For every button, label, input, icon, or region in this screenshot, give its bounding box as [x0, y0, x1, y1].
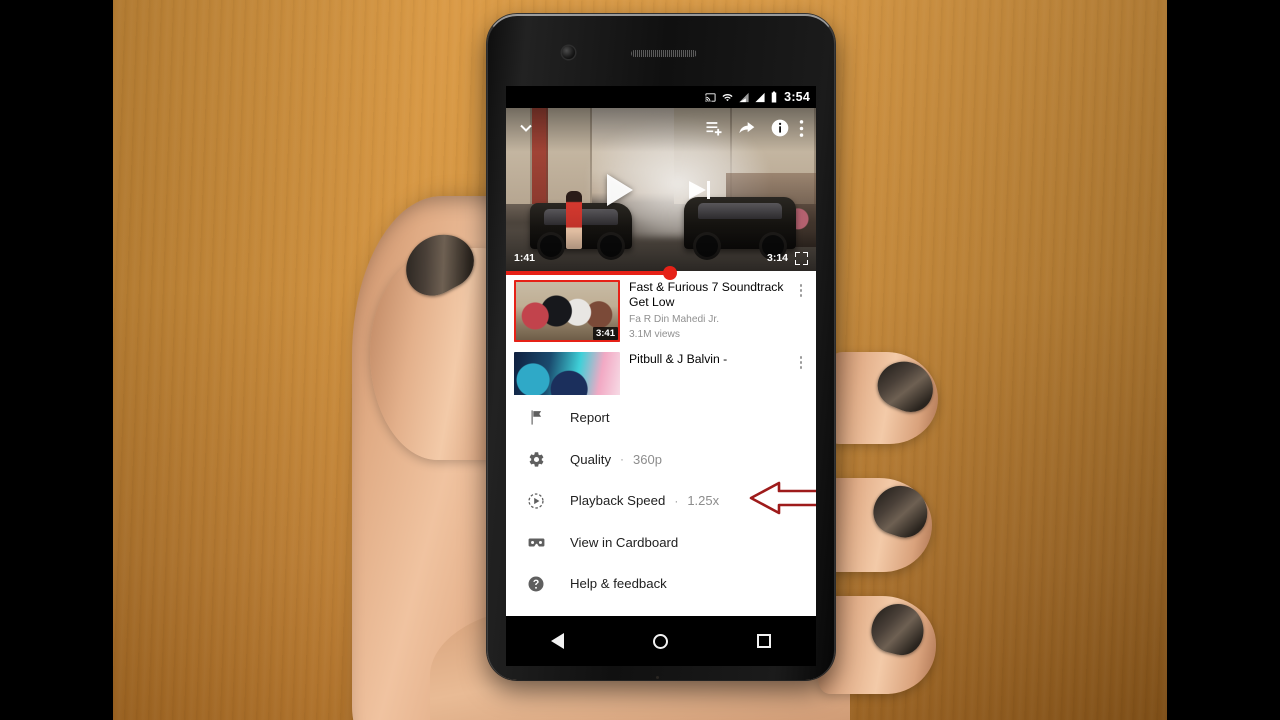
- menu-item-label: Report: [570, 410, 610, 426]
- menu-item-label: Playback Speed: [570, 493, 666, 509]
- video-overflow-menu-icon[interactable]: [792, 280, 810, 297]
- video-player[interactable]: 1:41 3:14: [506, 108, 816, 271]
- collapse-chevron-icon[interactable]: [513, 115, 539, 141]
- player-center-controls: [506, 173, 816, 206]
- menu-item-quality[interactable]: Quality · 360p: [506, 439, 816, 481]
- menu-item-label: View in Cardboard: [570, 534, 679, 550]
- menu-item-separator: ·: [674, 493, 679, 508]
- video-meta: Fast & Furious 7 Soundtrack Get Low Fa R…: [620, 280, 792, 342]
- front-camera-icon: [562, 46, 575, 59]
- fullscreen-icon[interactable]: [795, 251, 808, 265]
- letterbox-right: [1167, 0, 1280, 720]
- video-thumbnail[interactable]: [514, 352, 620, 395]
- wifi-icon: [721, 92, 734, 103]
- status-bar-clock: 3:54: [784, 90, 810, 104]
- menu-item-label: Help & feedback: [570, 576, 667, 592]
- next-video-button[interactable]: [689, 178, 715, 202]
- signal-icon-1: [738, 92, 750, 103]
- video-title: Fast & Furious 7 Soundtrack Get Low: [629, 280, 784, 310]
- signal-icon-2: [754, 92, 766, 103]
- playback-speed-icon: [524, 492, 548, 510]
- player-current-time: 1:41: [514, 252, 536, 264]
- letterbox-left: [0, 0, 113, 720]
- list-item-clipped-wrapper: Pitbull & J Balvin -: [506, 347, 816, 395]
- screenshot-stage: 3:54 1:41 3:14 3:41 Fast & Furious 7 Sou…: [0, 0, 1280, 720]
- video-title: Pitbull & J Balvin -: [629, 352, 728, 366]
- earpiece-speaker: [631, 50, 697, 57]
- cardboard-icon: [524, 533, 548, 552]
- video-meta: Pitbull & J Balvin -: [620, 352, 792, 367]
- suggested-videos-list: 3:41 Fast & Furious 7 Soundtrack Get Low…: [506, 275, 816, 395]
- menu-item-help-feedback[interactable]: Help & feedback: [506, 563, 816, 605]
- add-to-queue-icon[interactable]: [701, 115, 727, 141]
- android-nav-bar: [506, 616, 816, 666]
- video-duration-badge: 3:41: [592, 327, 618, 340]
- list-item[interactable]: 3:41 Fast & Furious 7 Soundtrack Get Low…: [506, 275, 816, 347]
- player-bottom-bar: 1:41 3:14: [506, 245, 816, 271]
- player-top-bar: [506, 108, 816, 148]
- share-icon[interactable]: [733, 115, 759, 141]
- play-button[interactable]: [607, 173, 633, 206]
- proximity-sensor: [609, 76, 614, 81]
- menu-item-value: 360p: [633, 451, 662, 467]
- recents-button[interactable]: [757, 634, 772, 648]
- annotation-arrow: [749, 481, 816, 515]
- video-progress-bar[interactable]: [506, 266, 816, 280]
- back-button[interactable]: [550, 633, 564, 649]
- player-duration: 3:14: [766, 252, 788, 264]
- menu-item-report[interactable]: Report: [506, 397, 816, 439]
- progress-scrubber[interactable]: [663, 266, 678, 280]
- gear-icon: [524, 451, 548, 468]
- phone-device: 3:54 1:41 3:14 3:41 Fast & Furious 7 Sou…: [487, 14, 835, 680]
- battery-icon: [770, 91, 778, 103]
- menu-item-label: Quality: [570, 451, 612, 467]
- video-overflow-menu-icon[interactable]: [792, 352, 810, 369]
- info-icon[interactable]: [767, 115, 793, 141]
- home-button[interactable]: [652, 633, 668, 649]
- menu-item-view-in-cardboard[interactable]: View in Cardboard: [506, 522, 816, 564]
- status-bar: 3:54: [506, 86, 816, 108]
- video-channel: Fa R Din Mahedi Jr.: [629, 313, 720, 325]
- help-icon: [524, 575, 548, 593]
- cast-icon: [704, 92, 717, 103]
- flag-icon: [524, 409, 548, 426]
- progress-played: [506, 271, 671, 275]
- list-item[interactable]: Pitbull & J Balvin -: [506, 347, 816, 395]
- menu-item-value: 1.25x: [687, 493, 720, 509]
- bottom-mic: [656, 676, 659, 679]
- menu-item-separator: ·: [620, 452, 625, 467]
- overflow-menu-icon[interactable]: [793, 115, 809, 141]
- phone-screen: 3:54 1:41 3:14 3:41 Fast & Furious 7 Sou…: [506, 86, 816, 616]
- video-thumbnail[interactable]: 3:41: [514, 280, 620, 342]
- video-views: 3.1M views: [629, 329, 680, 341]
